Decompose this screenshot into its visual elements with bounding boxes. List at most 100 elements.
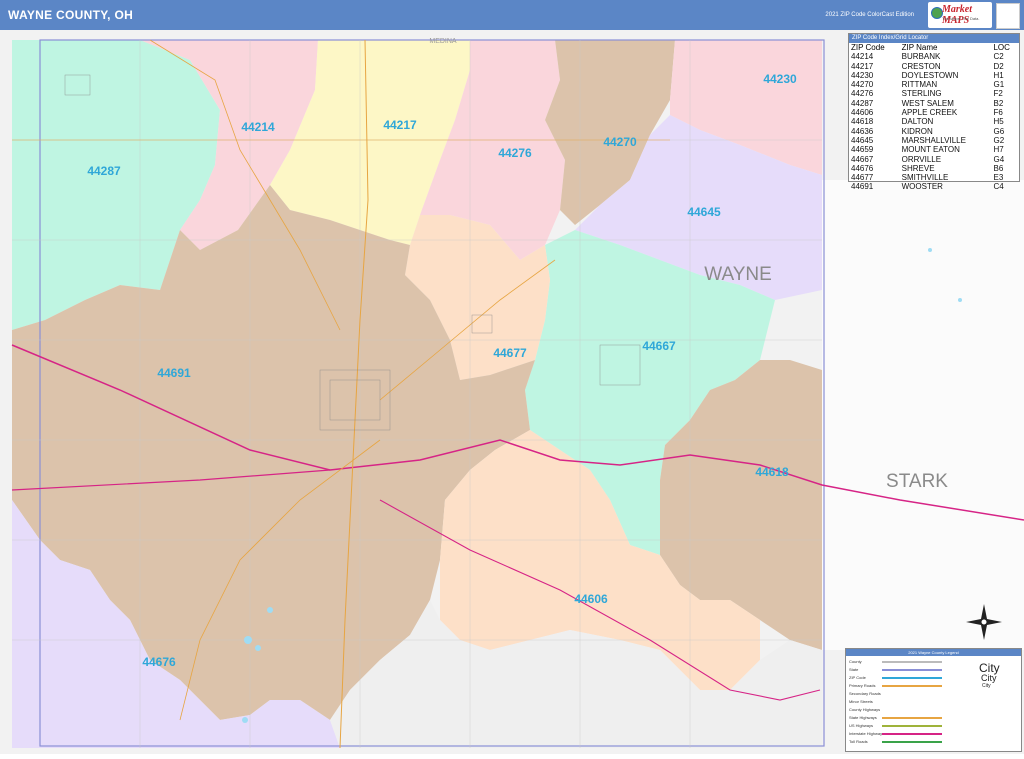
zip-label-44276: 44276 [498, 146, 532, 160]
table-row: 44636 KIDRON G6 [849, 127, 1019, 136]
zip-code: 44270 [851, 80, 874, 90]
zip-loc: B6 [993, 163, 1004, 173]
edition-label: 2021 ZIP Code ColorCast Edition [825, 12, 914, 18]
legend-item: ZIP Code [849, 675, 866, 680]
zip-name: KIDRON [901, 126, 933, 136]
zip-label-44217: 44217 [383, 118, 417, 132]
zip-code: 44276 [851, 89, 874, 99]
zip-name: SMITHVILLE [901, 173, 949, 183]
zip-loc: C4 [993, 182, 1004, 192]
table-row: 44230 DOYLESTOWN H1 [849, 71, 1019, 80]
zip-index-panel: ZIP Code Index/Grid Locator ZIP Code ZIP… [848, 33, 1020, 191]
zip-name: MOUNT EATON [901, 145, 960, 155]
map-legend: 2021 Wayne County Legend County State ZI… [845, 648, 1022, 752]
zip-code: 44677 [851, 173, 874, 183]
table-row: 44667 ORRVILLE G4 [849, 155, 1019, 164]
zip-loc: G4 [993, 154, 1005, 164]
zip-name: CRESTON [901, 61, 941, 71]
zip-code: 44676 [851, 163, 874, 173]
zip-loc: D2 [993, 61, 1004, 71]
legend-heading: 2021 Wayne County Legend [846, 649, 1021, 656]
legend-item: County [849, 659, 862, 664]
table-row: 44217 CRESTON D2 [849, 62, 1019, 71]
table-row: 44618 DALTON H5 [849, 117, 1019, 126]
legend-item: Primary Roads [849, 683, 876, 688]
zip-code: 44645 [851, 135, 874, 145]
table-row: 44645 MARSHALLVILLE G2 [849, 136, 1019, 145]
zip-code: 44667 [851, 154, 874, 164]
table-row: 44606 APPLE CREEK F6 [849, 108, 1019, 117]
table-row: 44276 STERLING F2 [849, 89, 1019, 98]
legend-swatch [882, 733, 942, 735]
zip-label-44645: 44645 [687, 205, 721, 219]
col-zip-code: ZIP Code [851, 43, 885, 52]
legend-item: Secondary Roads [849, 691, 881, 696]
zip-code: 44214 [851, 52, 874, 62]
legend-item: Interstate Highways [849, 731, 885, 736]
zip-loc: G2 [993, 135, 1005, 145]
market-maps-logo: Market MAPS The Maps. The Data. [928, 2, 992, 28]
legend-swatch [882, 725, 942, 727]
zip-name: MARSHALLVILLE [901, 135, 966, 145]
county-label-wayne: WAYNE [704, 264, 772, 285]
zip-code: 44606 [851, 108, 874, 118]
zip-name: WEST SALEM [901, 98, 954, 108]
table-row: 44270 RITTMAN G1 [849, 80, 1019, 89]
legend-item: County Highways [849, 707, 881, 712]
zip-label-44667: 44667 [642, 339, 676, 353]
zip-label-44677: 44677 [493, 346, 527, 360]
zip-name: WOOSTER [901, 182, 943, 192]
zip-loc: B2 [993, 98, 1004, 108]
compass-rose-icon [966, 604, 1002, 640]
legend-item: Minor Streets [849, 699, 873, 704]
zip-label-44270: 44270 [603, 135, 637, 149]
zip-loc: C2 [993, 52, 1004, 62]
neighbor-label-medina: MEDINA [429, 38, 457, 45]
legend-item: State [849, 667, 859, 672]
table-row: 44691 WOOSTER C4 [849, 182, 1019, 191]
col-zip-name: ZIP Name [901, 43, 938, 52]
logo-text: Market MAPS [942, 4, 972, 26]
zip-name: APPLE CREEK [901, 108, 958, 118]
zip-label-44606: 44606 [574, 592, 608, 606]
zip-name: BURBANK [901, 52, 941, 62]
legend-item: State Highways [849, 715, 877, 720]
legend-item: Toll Roads [849, 739, 868, 744]
zip-label-44691: 44691 [157, 366, 191, 380]
mini-legend-icon [996, 3, 1020, 29]
zip-loc: G6 [993, 126, 1005, 136]
zip-code: 44636 [851, 126, 874, 136]
neighbor-area-east [822, 180, 1024, 650]
zip-code: 44691 [851, 182, 874, 192]
zip-label-44230: 44230 [763, 72, 797, 86]
zip-name: RITTMAN [901, 80, 938, 90]
zip-index-table: ZIP Code ZIP Name LOC 44214 BURBANK C2 442… [849, 43, 1019, 192]
zip-code: 44618 [851, 117, 874, 127]
table-row: 44677 SMITHVILLE E3 [849, 173, 1019, 182]
legend-city-small: City [982, 683, 991, 689]
zip-label-44676: 44676 [142, 655, 176, 669]
zip-label-44287: 44287 [87, 164, 121, 178]
legend-swatch [882, 741, 942, 743]
header-bar: WAYNE COUNTY, OH 2021 ZIP Code ColorCast… [0, 0, 1024, 30]
legend-item: US Highways [849, 723, 874, 728]
zip-name: DOYLESTOWN [901, 70, 959, 80]
legend-swatch [882, 677, 942, 679]
zip-loc: F6 [993, 108, 1003, 118]
legend-swatch [882, 669, 942, 671]
zip-index-heading: ZIP Code Index/Grid Locator [849, 34, 1019, 43]
zip-name: ORRVILLE [901, 154, 942, 164]
legend-swatch [882, 685, 942, 687]
zip-loc: H1 [993, 70, 1004, 80]
zip-name: STERLING [901, 89, 942, 99]
county-label-stark: STARK [886, 471, 948, 492]
col-loc: LOC [993, 43, 1010, 52]
zip-loc: H5 [993, 117, 1004, 127]
zip-label-44214: 44214 [241, 120, 275, 134]
legend-swatch [882, 717, 942, 719]
zip-code: 44230 [851, 70, 874, 80]
zip-name: SHREVE [901, 163, 935, 173]
table-row: 44287 WEST SALEM B2 [849, 99, 1019, 108]
map-title: WAYNE COUNTY, OH [8, 8, 134, 22]
zip-name: DALTON [901, 117, 934, 127]
